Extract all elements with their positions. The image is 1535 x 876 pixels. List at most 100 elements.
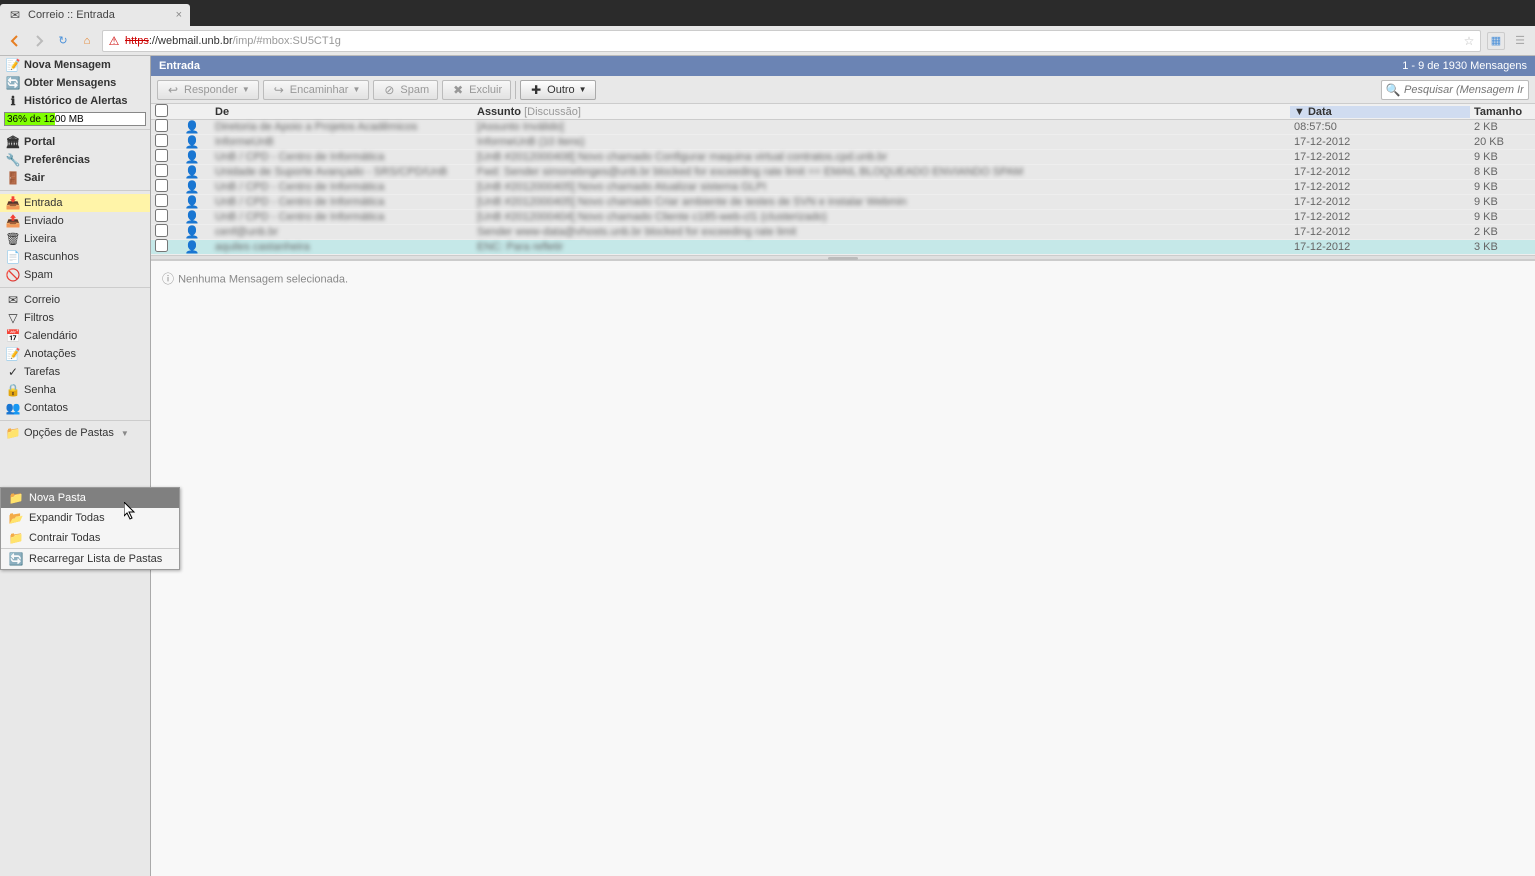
app-password[interactable]: 🔒Senha bbox=[0, 381, 150, 399]
forward-button[interactable]: ↪Encaminhar▼ bbox=[263, 80, 370, 100]
sent-icon: 📤 bbox=[6, 214, 20, 228]
cell-from: UnB / CPD - Centro de Informática bbox=[211, 196, 473, 208]
other-button[interactable]: ✚Outro▼ bbox=[520, 80, 595, 100]
table-row[interactable]: 👤UnB / CPD - Centro de Informática[UnB #… bbox=[151, 210, 1535, 225]
ctx-label: Contrair Todas bbox=[29, 532, 100, 544]
search-input[interactable] bbox=[1404, 84, 1524, 96]
sidebar-label: Opções de Pastas bbox=[24, 427, 114, 439]
table-row[interactable]: 👤UnB / CPD - Centro de Informática[UnB #… bbox=[151, 150, 1535, 165]
table-row[interactable]: 👤aquiles castanheiraENC: Para refletir17… bbox=[151, 240, 1535, 255]
col-size[interactable]: Tamanho bbox=[1470, 106, 1535, 118]
spam-icon: 🚫 bbox=[6, 268, 20, 282]
notes-icon: 📝 bbox=[6, 347, 20, 361]
folder-trash[interactable]: 🗑Lixeira bbox=[0, 230, 150, 248]
col-from[interactable]: De bbox=[211, 106, 473, 118]
folder-options[interactable]: 📁Opções de Pastas ▼ bbox=[0, 424, 150, 442]
row-checkbox[interactable] bbox=[155, 134, 168, 147]
forward-button[interactable] bbox=[30, 32, 48, 50]
url-text: https://webmail.unb.br/imp/#mbox:SU5CT1g bbox=[125, 35, 341, 47]
table-row[interactable]: 👤UnB / CPD - Centro de Informática[UnB #… bbox=[151, 180, 1535, 195]
cell-from: cenf@unb.br bbox=[211, 226, 473, 238]
folder-drafts[interactable]: 📄Rascunhos bbox=[0, 248, 150, 266]
folder-title: Entrada bbox=[159, 60, 200, 72]
app-contacts[interactable]: 👥Contatos bbox=[0, 399, 150, 417]
browser-tab-strip: ✉ Correio :: Entrada × bbox=[0, 0, 1535, 26]
home-button[interactable]: ⌂ bbox=[78, 32, 96, 50]
browser-tab[interactable]: ✉ Correio :: Entrada × bbox=[0, 4, 190, 26]
extension-icon[interactable]: ▦ bbox=[1487, 32, 1505, 50]
cell-subject: [Assunto Inválido] bbox=[473, 121, 1290, 133]
refresh-icon: 🔄 bbox=[6, 76, 20, 90]
btn-label: Outro bbox=[547, 84, 575, 96]
row-checkbox[interactable] bbox=[155, 194, 168, 207]
select-all-checkbox[interactable] bbox=[155, 104, 168, 117]
ctx-expand-all[interactable]: 📂Expandir Todas bbox=[1, 508, 179, 528]
close-icon[interactable]: × bbox=[176, 9, 182, 21]
spam-button[interactable]: ⊘Spam bbox=[373, 80, 438, 100]
forward-icon: ↪ bbox=[272, 83, 286, 97]
prefs-link[interactable]: 🔧Preferências bbox=[0, 151, 150, 169]
get-messages-link[interactable]: 🔄Obter Mensagens bbox=[0, 74, 150, 92]
table-row[interactable]: 👤InformeUnBInformeUnB (10 itens)17-12-20… bbox=[151, 135, 1535, 150]
app-calendar[interactable]: 📅Calendário bbox=[0, 327, 150, 345]
back-button[interactable] bbox=[6, 32, 24, 50]
table-row[interactable]: 👤Diretoria de Apoio a Projetos Acadêmico… bbox=[151, 120, 1535, 135]
cell-date: 17-12-2012 bbox=[1290, 181, 1470, 193]
browser-toolbar: ↻ ⌂ ⚠ https://webmail.unb.br/imp/#mbox:S… bbox=[0, 26, 1535, 56]
sidebar-label: Portal bbox=[24, 136, 55, 148]
btn-label: Excluir bbox=[469, 84, 502, 96]
search-box[interactable]: 🔍 bbox=[1381, 80, 1529, 100]
app-mail[interactable]: ✉Correio bbox=[0, 291, 150, 309]
cell-size: 2 KB bbox=[1470, 226, 1535, 238]
compose-icon: 📝 bbox=[6, 58, 20, 72]
alerts-link[interactable]: ℹHistórico de Alertas bbox=[0, 92, 150, 110]
menu-button[interactable]: ☰ bbox=[1511, 32, 1529, 50]
delete-icon: ✖ bbox=[451, 83, 465, 97]
exit-icon: 🚪 bbox=[6, 171, 20, 185]
table-row[interactable]: 👤UnB / CPD - Centro de Informática[UnB #… bbox=[151, 195, 1535, 210]
col-date[interactable]: ▼ Data bbox=[1290, 106, 1470, 118]
ctx-new-folder[interactable]: 📁Nova Pasta bbox=[1, 488, 179, 508]
url-bar[interactable]: ⚠ https://webmail.unb.br/imp/#mbox:SU5CT… bbox=[102, 30, 1481, 52]
folder-inbox[interactable]: 📥Entrada bbox=[0, 194, 150, 212]
expand-icon: 📂 bbox=[9, 511, 23, 525]
ctx-reload-folders[interactable]: 🔄Recarregar Lista de Pastas bbox=[1, 549, 179, 569]
folder-header: Entrada 1 - 9 de 1930 Mensagens bbox=[151, 56, 1535, 76]
row-checkbox[interactable] bbox=[155, 149, 168, 162]
sidebar-label: Senha bbox=[24, 384, 56, 396]
new-message-link[interactable]: 📝Nova Mensagem bbox=[0, 56, 150, 74]
row-checkbox[interactable] bbox=[155, 164, 168, 177]
reply-icon: ↩ bbox=[166, 83, 180, 97]
star-icon[interactable]: ☆ bbox=[1462, 34, 1476, 48]
reload-button[interactable]: ↻ bbox=[54, 32, 72, 50]
table-row[interactable]: 👤Unidade de Suporte Avançado - SRS/CPD/U… bbox=[151, 165, 1535, 180]
cell-from: Diretoria de Apoio a Projetos Acadêmicos bbox=[211, 121, 473, 133]
portal-link[interactable]: 🏛Portal bbox=[0, 133, 150, 151]
cell-date: 17-12-2012 bbox=[1290, 241, 1470, 253]
cell-size: 9 KB bbox=[1470, 151, 1535, 163]
row-checkbox[interactable] bbox=[155, 209, 168, 222]
exit-link[interactable]: 🚪Sair bbox=[0, 169, 150, 187]
sidebar-label: Correio bbox=[24, 294, 60, 306]
folder-spam[interactable]: 🚫Spam bbox=[0, 266, 150, 284]
cell-from: UnB / CPD - Centro de Informática bbox=[211, 151, 473, 163]
row-checkbox[interactable] bbox=[155, 239, 168, 252]
col-subject[interactable]: Assunto [Discussão] bbox=[473, 106, 1290, 118]
folder-sent[interactable]: 📤Enviado bbox=[0, 212, 150, 230]
splitter[interactable] bbox=[151, 255, 1535, 260]
row-checkbox[interactable] bbox=[155, 119, 168, 132]
row-checkbox[interactable] bbox=[155, 224, 168, 237]
app-tasks[interactable]: ✓Tarefas bbox=[0, 363, 150, 381]
user-icon: 👤 bbox=[185, 150, 199, 164]
delete-button[interactable]: ✖ Excluir bbox=[442, 80, 511, 100]
sidebar-label: Histórico de Alertas bbox=[24, 95, 128, 107]
app-filters[interactable]: ▽Filtros bbox=[0, 309, 150, 327]
table-row[interactable]: 👤cenf@unb.brSender www-data@vhosts.unb.b… bbox=[151, 225, 1535, 240]
user-icon: 👤 bbox=[185, 240, 199, 254]
ctx-collapse-all[interactable]: 📁Contrair Todas bbox=[1, 528, 179, 548]
row-checkbox[interactable] bbox=[155, 179, 168, 192]
new-folder-icon: 📁 bbox=[9, 491, 23, 505]
table-header: De Assunto [Discussão] ▼ Data Tamanho bbox=[151, 104, 1535, 120]
app-notes[interactable]: 📝Anotações bbox=[0, 345, 150, 363]
reply-button[interactable]: ↩Responder▼ bbox=[157, 80, 259, 100]
